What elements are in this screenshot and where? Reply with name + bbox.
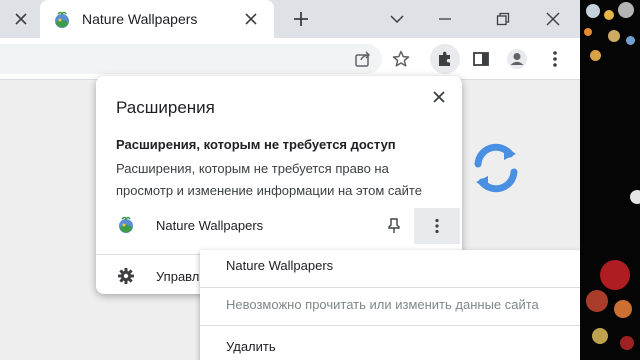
profile-icon[interactable] — [502, 44, 532, 74]
wallpaper-light — [614, 300, 632, 318]
share-icon[interactable] — [348, 44, 378, 74]
menu-separator — [200, 287, 580, 288]
side-panel-icon[interactable] — [466, 44, 496, 74]
refresh-icon — [474, 143, 518, 193]
wallpaper-light — [604, 10, 614, 20]
wallpaper-light — [608, 30, 620, 42]
manage-extensions-label: Управл — [156, 269, 200, 284]
gear-icon — [118, 268, 134, 284]
close-icon[interactable] — [6, 4, 36, 34]
tab-title: Nature Wallpapers — [82, 11, 198, 27]
desktop-wallpaper — [580, 0, 640, 360]
close-icon[interactable] — [236, 4, 266, 34]
browser-window: Nature Wallpapers Расширения Расширения,… — [0, 0, 580, 360]
star-icon[interactable] — [386, 44, 416, 74]
wallpaper-light — [586, 290, 608, 312]
restore-window-icon[interactable] — [488, 4, 518, 34]
menu-item-site-access: Невозможно прочитать или изменить данные… — [226, 297, 539, 312]
chevron-down-icon[interactable] — [382, 4, 412, 34]
extension-row[interactable]: Nature Wallpapers — [96, 208, 462, 244]
section-description: Расширения, которым не требуется право н… — [116, 161, 422, 198]
wallpaper-light — [620, 336, 634, 350]
browser-toolbar — [0, 38, 580, 80]
wallpaper-light — [626, 36, 635, 45]
wallpaper-light — [618, 2, 634, 18]
nature-wallpapers-icon — [55, 11, 69, 28]
wallpaper-light — [586, 4, 600, 18]
tab-nature-wallpapers[interactable]: Nature Wallpapers — [40, 0, 274, 38]
nature-wallpapers-icon — [119, 216, 133, 233]
wallpaper-light — [584, 28, 592, 36]
popup-title: Расширения — [116, 98, 215, 117]
menu-item-remove[interactable]: Удалить — [200, 332, 580, 360]
extension-name: Nature Wallpapers — [156, 218, 264, 233]
kebab-menu-icon[interactable] — [414, 208, 460, 244]
extension-context-menu: Nature Wallpapers Невозможно прочитать и… — [200, 250, 580, 360]
puzzle-icon[interactable] — [430, 44, 460, 74]
pin-icon[interactable] — [382, 214, 406, 238]
wallpaper-light — [630, 190, 640, 204]
minimize-icon[interactable] — [430, 4, 460, 34]
close-icon[interactable] — [538, 4, 568, 34]
menu-item-extension-name[interactable]: Nature Wallpapers — [200, 251, 580, 281]
menu-separator — [200, 325, 580, 326]
address-bar[interactable] — [0, 44, 382, 74]
kebab-menu-icon[interactable] — [540, 44, 570, 74]
wallpaper-light — [592, 328, 608, 344]
wallpaper-light — [590, 50, 601, 61]
wallpaper-light — [600, 260, 630, 290]
tab-strip: Nature Wallpapers — [0, 0, 580, 38]
section-title: Расширения, которым не требуется доступ — [116, 137, 396, 152]
plus-icon[interactable] — [286, 4, 316, 34]
close-icon[interactable] — [426, 84, 452, 110]
